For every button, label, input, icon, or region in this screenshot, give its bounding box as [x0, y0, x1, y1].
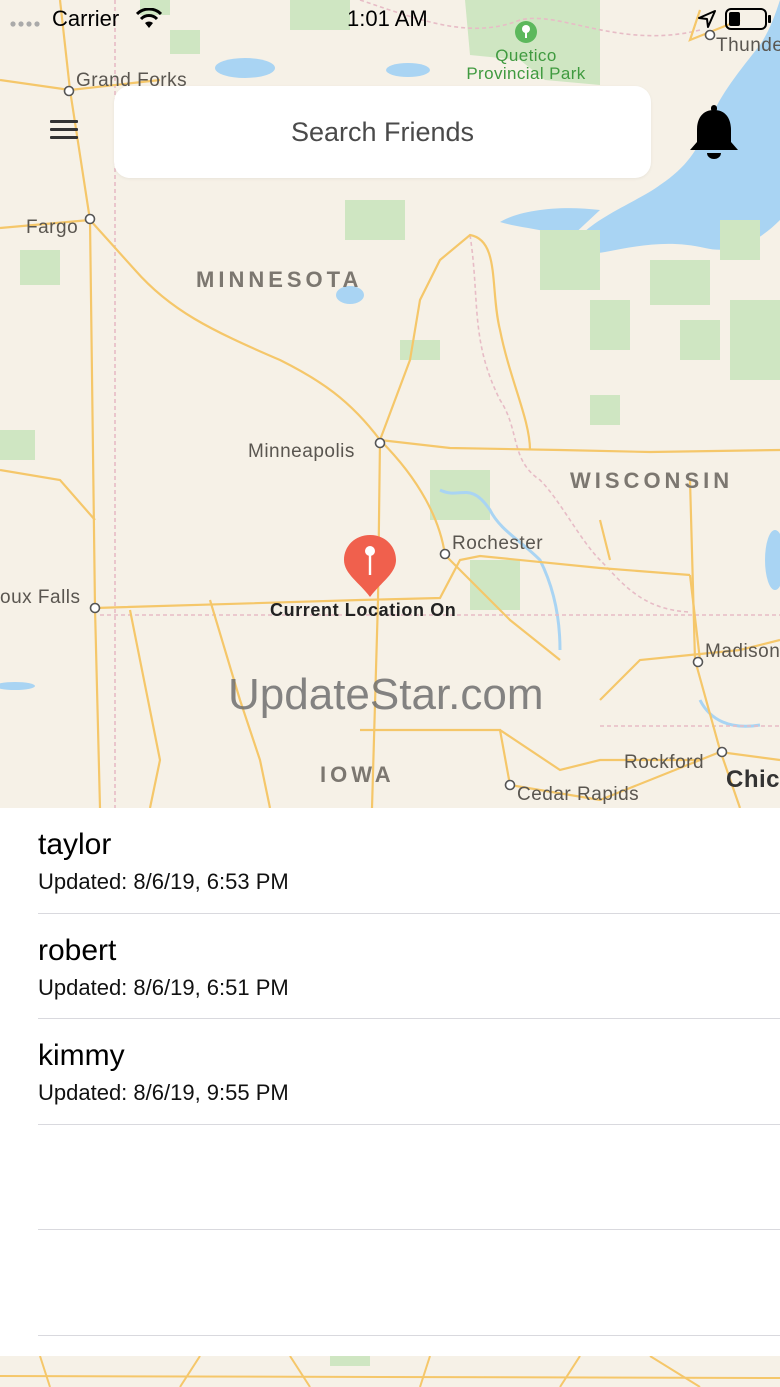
watermark: UpdateStar.com — [228, 670, 544, 719]
map-label-iowa: IOWA — [320, 762, 395, 787]
battery-icon — [725, 8, 771, 30]
bell-icon — [690, 105, 738, 159]
friend-list: taylor Updated: 8/6/19, 6:53 PM robert U… — [0, 808, 780, 1356]
map-peek — [0, 1356, 780, 1387]
location-arrow-icon — [698, 10, 716, 28]
wifi-icon — [136, 8, 162, 28]
menu-button[interactable] — [50, 116, 84, 150]
friend-name: kimmy — [38, 1039, 125, 1072]
friend-updated: Updated: 8/6/19, 9:55 PM — [38, 1080, 289, 1105]
map-label-chicago: Chic — [726, 766, 780, 793]
empty-row — [38, 1125, 780, 1230]
map-label-park: Quetico Provincial Park — [466, 46, 586, 83]
map-label-minnesota: MINNESOTA — [196, 267, 363, 292]
map-label-sioux-falls: oux Falls — [0, 587, 81, 608]
location-pin-icon[interactable] — [342, 533, 398, 599]
map-label-cedar-rapids: Cedar Rapids — [517, 784, 640, 805]
map-peek-background — [0, 1356, 780, 1387]
carrier-label: Carrier — [52, 6, 120, 31]
friend-row[interactable]: kimmy Updated: 8/6/19, 9:55 PM — [38, 1019, 780, 1125]
map-label-minneapolis: Minneapolis — [248, 441, 355, 462]
status-time: 1:01 AM — [347, 6, 428, 31]
status-bar: Carrier 1:01 AM — [0, 0, 780, 40]
signal-dots-icon — [10, 21, 40, 27]
empty-row — [38, 1230, 780, 1336]
friend-name: taylor — [38, 828, 112, 861]
map-label-fargo: Fargo — [26, 217, 79, 238]
map-label-wisconsin: WISCONSIN — [570, 468, 734, 493]
notifications-button[interactable] — [688, 104, 740, 160]
hamburger-menu-icon — [50, 120, 84, 139]
friend-updated: Updated: 8/6/19, 6:53 PM — [38, 869, 289, 894]
map-label-madison: Madison — [705, 641, 780, 662]
friend-row[interactable]: robert Updated: 8/6/19, 6:51 PM — [38, 914, 780, 1019]
friend-row[interactable]: taylor Updated: 8/6/19, 6:53 PM — [38, 808, 780, 914]
friend-updated: Updated: 8/6/19, 6:51 PM — [38, 974, 289, 1000]
pin-label: Current Location On — [270, 600, 457, 620]
friend-name: robert — [38, 933, 117, 967]
map-label-rockford: Rockford — [624, 752, 705, 773]
search-input[interactable] — [114, 86, 651, 178]
map-label-rochester: Rochester — [452, 533, 544, 554]
